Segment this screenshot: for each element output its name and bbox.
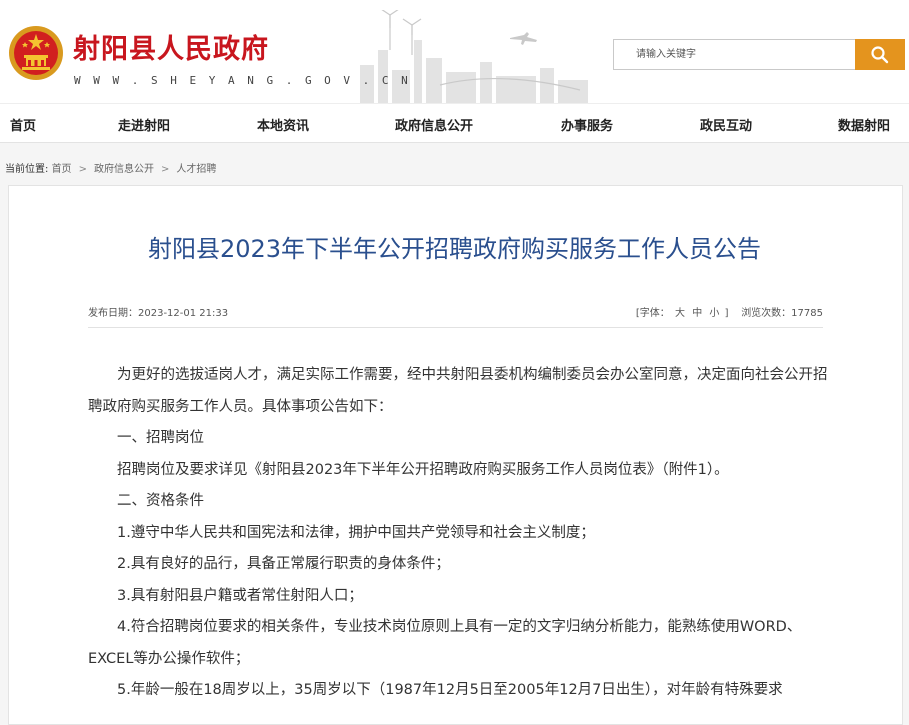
paragraph: 二、资格条件 — [117, 493, 204, 509]
view-count: 浏览次数：17785 — [741, 308, 823, 319]
article-meta-tools: [字体： 大 中 小 ] 浏览次数：17785 — [636, 304, 823, 319]
breadcrumb: 当前位置: 首页 > 政府信息公开 > 人才招聘 — [5, 160, 216, 175]
nav-item-data[interactable]: 数据射阳 — [838, 115, 890, 134]
paragraph: 3.具有射阳县户籍或者常住射阳人口； — [117, 587, 363, 604]
paragraph: 1.遵守中华人民共和国宪法和法律，拥护中国共产党领导和社会主义制度； — [117, 524, 595, 541]
search-box — [613, 39, 856, 70]
paragraph: 5.年龄一般在18周岁以上，35周岁以下（1987年12月5日至2005年12月… — [117, 682, 783, 698]
publish-date: 发布日期：2023-12-01 21:33 — [88, 308, 229, 319]
font-size-close: ] — [724, 308, 729, 319]
nav-item-home[interactable]: 首页 — [10, 115, 36, 134]
font-size-small[interactable]: 小 — [709, 308, 719, 319]
paragraph: 一、招聘岗位 — [117, 430, 204, 446]
search-input[interactable] — [614, 40, 856, 69]
breadcrumb-separator: > — [78, 164, 87, 175]
breadcrumb-talent[interactable]: 人才招聘 — [176, 164, 216, 175]
font-size-label: [字体： — [635, 308, 670, 319]
nav-item-news[interactable]: 本地资讯 — [257, 115, 309, 134]
article-body: 为更好的选拔适岗人才，满足实际工作需要，经中共射阳县委机构编制委员会办公室同意，… — [88, 360, 828, 707]
site-title[interactable]: 射阳县人民政府 — [73, 27, 269, 66]
breadcrumb-label: 当前位置: — [5, 164, 49, 175]
search-button[interactable] — [855, 39, 905, 70]
paragraph: 2.具有良好的品行，具备正常履行职责的身体条件； — [117, 556, 450, 572]
city-skyline-illustration — [360, 10, 588, 103]
nav-item-about[interactable]: 走进射阳 — [118, 115, 170, 134]
article-title: 射阳县2023年下半年公开招聘政府购买服务工作人员公告 — [147, 235, 762, 263]
font-size-medium[interactable]: 中 — [692, 308, 702, 319]
paragraph: 4.符合招聘岗位要求的相关条件，专业技术岗位原则上具有一定的文字归纳分析能力，能… — [88, 619, 802, 667]
paragraph: 招聘岗位及要求详见《射阳县2023年下半年公开招聘政府购买服务工作人员岗位表》（… — [117, 461, 729, 478]
breadcrumb-gov-info[interactable]: 政府信息公开 — [94, 164, 154, 175]
breadcrumb-home[interactable]: 首页 — [52, 164, 72, 175]
main-nav: 首页 走进射阳 本地资讯 政府信息公开 办事服务 政民互动 数据射阳 — [0, 103, 909, 143]
site-url: W W W . S H E Y A N G . G O V . C N — [74, 74, 411, 87]
nav-item-interaction[interactable]: 政民互动 — [700, 115, 752, 134]
site-header: 射阳县人民政府 W W W . S H E Y A N G . G O V . … — [0, 0, 909, 103]
font-size-large[interactable]: 大 — [675, 308, 685, 319]
search-icon — [871, 45, 889, 63]
meta-divider — [88, 327, 823, 328]
breadcrumb-separator: > — [160, 164, 170, 175]
nav-item-gov-info[interactable]: 政府信息公开 — [395, 115, 473, 134]
national-emblem-icon — [9, 26, 63, 80]
nav-item-services[interactable]: 办事服务 — [561, 115, 613, 134]
paragraph: 为更好的选拔适岗人才，满足实际工作需要，经中共射阳县委机构编制委员会办公室同意，… — [88, 367, 828, 415]
